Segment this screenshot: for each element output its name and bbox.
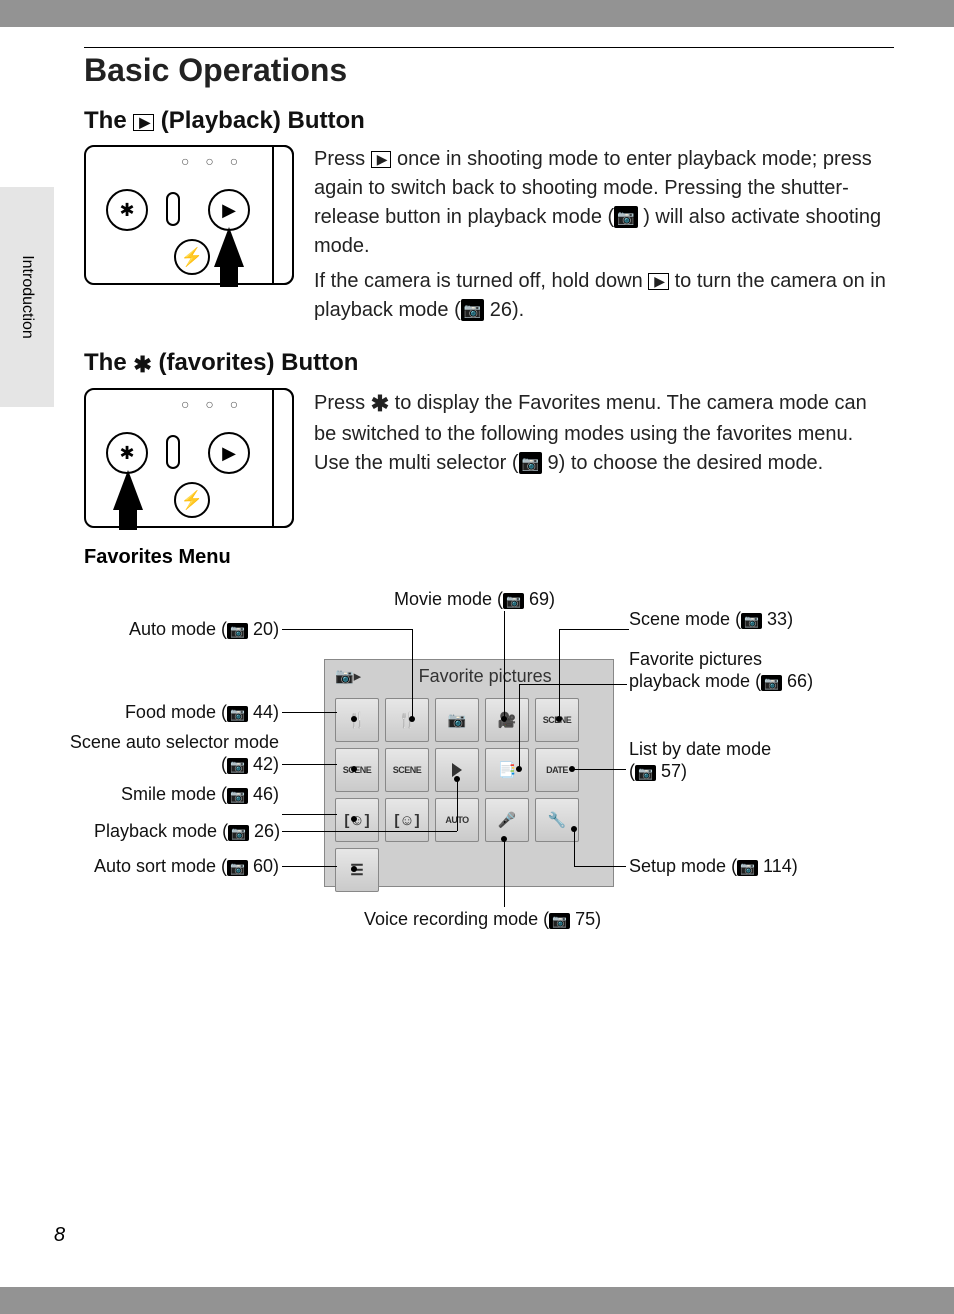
section-tab: Introduction <box>0 187 54 407</box>
icon-smile: [☺] <box>385 798 429 842</box>
page-ref-icon: 📷 <box>519 452 542 474</box>
icon-smile: [☺] <box>335 798 379 842</box>
divider <box>84 47 894 48</box>
camera-icon: 📷▸ <box>335 667 361 685</box>
playback-button-icon: ▶ <box>208 189 250 231</box>
page-ref-icon: 📷 <box>461 299 484 321</box>
page-number: 8 <box>54 1224 65 1247</box>
favorites-button-icon: ✱ <box>106 432 148 474</box>
play-icon: ▶ <box>371 151 392 168</box>
favorites-illustration: ○ ○ ○ ✱ ▶ ⚡ <box>84 388 294 528</box>
dots-icon: ○ ○ ○ <box>181 396 244 412</box>
favorites-button-icon: ✱ <box>106 189 148 231</box>
favorites-menu-diagram: 📷▸ Favorite pictures 🍴 SCENE [☺] ☰ 🍴 📷 🎥… <box>64 589 874 969</box>
icon-movie: 🎥 <box>485 698 529 742</box>
callout-scene: Scene mode (📷 33) <box>629 609 793 631</box>
favorites-icon: ✱ <box>133 352 151 378</box>
icon-autosort: ☰ <box>335 848 379 892</box>
page-title: Basic Operations <box>84 52 894 89</box>
icon-setup: 🔧 <box>535 798 579 842</box>
playback-button-icon: ▶ <box>208 432 250 474</box>
icon-scene-auto: SCENE <box>385 748 429 792</box>
page-ref-icon: 📷 <box>614 206 637 228</box>
callout-auto: Auto mode (📷 20) <box>129 619 279 641</box>
dots-icon: ○ ○ ○ <box>181 153 244 169</box>
callout-listdate: List by date mode (📷 57) <box>629 739 771 782</box>
callout-movie: Movie mode (📷 69) <box>394 589 555 611</box>
playback-body: Press ▶ once in shooting mode to enter p… <box>314 145 894 331</box>
favorites-icon: ✱ <box>371 388 389 420</box>
playback-heading: The ▶ (Playback) Button <box>84 107 894 135</box>
callout-setup: Setup mode (📷 114) <box>629 856 798 878</box>
callout-smile: Smile mode (📷 46) <box>114 784 279 806</box>
playback-illustration: ○ ○ ○ ✱ ▶ ⚡ <box>84 145 294 285</box>
camera-screen: 📷▸ Favorite pictures 🍴 SCENE [☺] ☰ 🍴 📷 🎥… <box>324 659 614 887</box>
callout-autosort: Auto sort mode (📷 60) <box>84 856 279 878</box>
play-icon: ▶ <box>648 273 669 290</box>
callout-food: Food mode (📷 44) <box>124 702 279 724</box>
favorites-heading: The ✱ (favorites) Button <box>84 349 894 378</box>
callout-sceneauto: Scene auto selector mode (📷 42) <box>64 732 279 775</box>
play-icon: ▶ <box>133 114 154 131</box>
icon-food: 🍴 <box>385 698 429 742</box>
icon-voice: 🎤 <box>485 798 529 842</box>
favorites-body: Press ✱ to display the Favorites menu. T… <box>314 388 894 528</box>
callout-favpics: Favorite pictures playback mode (📷 66) <box>629 649 813 692</box>
callout-voice: Voice recording mode (📷 75) <box>364 909 601 931</box>
flash-icon: ⚡ <box>174 482 210 518</box>
icon-scene-auto: SCENE <box>335 748 379 792</box>
icon-favpics: 📑 <box>485 748 529 792</box>
flash-icon: ⚡ <box>174 239 210 275</box>
favorites-menu-heading: Favorites Menu <box>84 546 894 569</box>
callout-playback: Playback mode (📷 26) <box>94 821 279 843</box>
section-tab-label: Introduction <box>18 255 36 339</box>
icon-food: 🍴 <box>335 698 379 742</box>
icon-auto: 📷 <box>435 698 479 742</box>
